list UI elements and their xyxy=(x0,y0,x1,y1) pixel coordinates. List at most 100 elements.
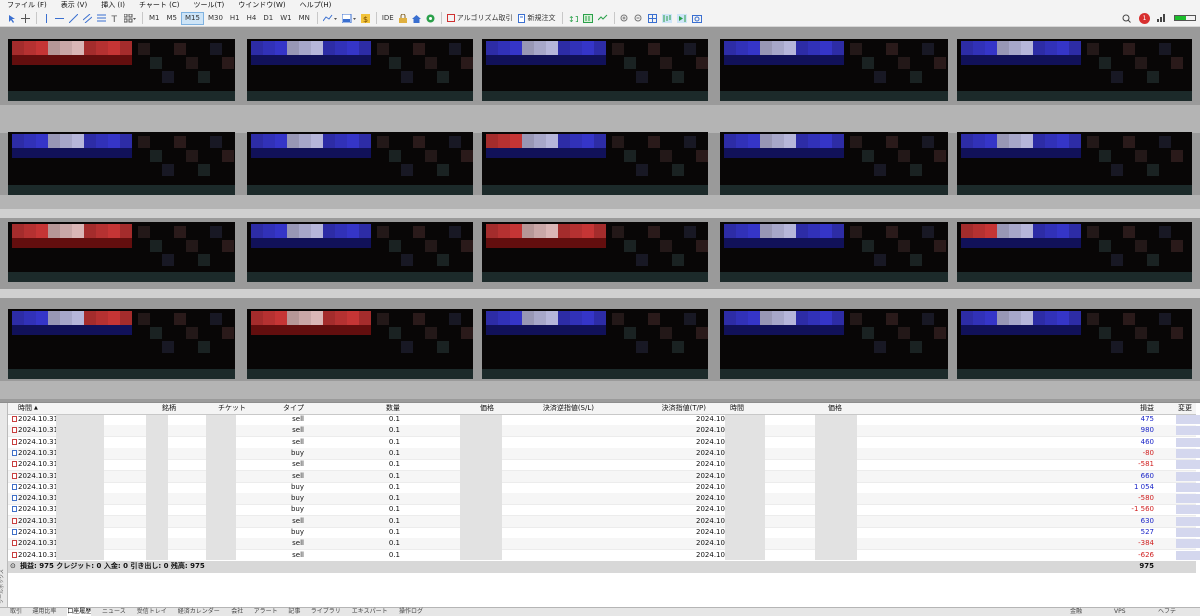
table-row[interactable]: 2024.10.31 sell 0.1 2024.10.31 -626 xyxy=(8,550,1200,562)
table-row[interactable]: 2024.10.31 sell 0.1 2024.10.31 -581 xyxy=(8,459,1200,472)
market-icon[interactable] xyxy=(424,12,437,25)
column-header-3[interactable]: タイプ xyxy=(258,403,304,414)
table-row[interactable]: 2024.10.31 buy 0.1 2024.10.31 -580 xyxy=(8,493,1200,506)
price-block xyxy=(24,224,36,238)
notification-badge[interactable]: 1 xyxy=(1139,12,1150,24)
chart-window[interactable] xyxy=(8,309,235,379)
chart-window[interactable] xyxy=(720,39,948,101)
chart-window[interactable] xyxy=(482,309,708,379)
chart-window[interactable] xyxy=(8,222,235,282)
chart-window[interactable] xyxy=(247,309,473,379)
lock-icon[interactable] xyxy=(397,12,409,25)
chart-window[interactable] xyxy=(482,39,708,101)
column-header-6[interactable]: 決済逆指値(S/L) xyxy=(528,403,594,414)
column-header-4[interactable]: 数量 xyxy=(358,403,400,414)
timeframe-h1-button[interactable]: H1 xyxy=(227,12,243,25)
indicators-icon[interactable] xyxy=(321,12,339,25)
vertical-line-icon[interactable] xyxy=(40,12,52,25)
price-block xyxy=(498,311,510,325)
column-header-1[interactable]: 銘柄 xyxy=(136,403,176,414)
timeframe-m15-button[interactable]: M15 xyxy=(181,11,204,25)
chart-shift-icon[interactable] xyxy=(660,12,674,25)
price-block-shadow xyxy=(251,325,263,335)
column-header-5[interactable]: 価格 xyxy=(448,403,494,414)
chart-window[interactable] xyxy=(957,309,1192,379)
new-order-button[interactable]: 新規注文 xyxy=(516,12,558,25)
column-header-9[interactable]: 価格 xyxy=(828,403,852,414)
menu-item-5[interactable]: ウインドウ(W) xyxy=(231,0,292,10)
table-row[interactable]: 2024.10.31 sell 0.1 2024.10.31 630 xyxy=(8,515,1200,528)
chart-window[interactable] xyxy=(247,39,473,101)
timeframe-m5-button[interactable]: M5 xyxy=(164,12,181,25)
table-row[interactable]: 2024.10.31 sell 0.1 2024.10.31 475 xyxy=(8,414,1200,426)
signals-icon[interactable] xyxy=(596,12,610,25)
menu-item-3[interactable]: チャート (C) xyxy=(132,0,187,10)
chart-window[interactable] xyxy=(247,132,473,195)
chart-noise xyxy=(401,71,413,83)
timeframe-m1-button[interactable]: M1 xyxy=(146,12,163,25)
menu-item-0[interactable]: ファイル (F) xyxy=(0,0,54,10)
chart-window[interactable] xyxy=(720,309,948,379)
dollar-icon[interactable]: $ xyxy=(359,12,372,25)
depth-of-market-icon[interactable]: ↕1 xyxy=(566,12,580,25)
equidistant-channel-icon[interactable] xyxy=(81,12,94,25)
chart-window[interactable] xyxy=(482,222,708,282)
column-header-10[interactable]: 損益 xyxy=(1116,403,1154,414)
shapes-icon[interactable] xyxy=(122,12,138,25)
price-block-shadow xyxy=(287,325,299,335)
table-row[interactable]: 2024.10.31 buy 0.1 2024.10.31 -80 xyxy=(8,447,1200,460)
table-row[interactable]: 2024.10.31 sell 0.1 2024.10.31 460 xyxy=(8,437,1200,449)
fibonacci-icon[interactable] xyxy=(95,12,108,25)
timeframe-d1-button[interactable]: D1 xyxy=(260,12,276,25)
timeframe-h4-button[interactable]: H4 xyxy=(244,12,260,25)
algo-trading-button[interactable]: アルゴリズム取引 xyxy=(445,12,515,25)
timeframe-mn-button[interactable]: MN xyxy=(296,12,313,25)
ide-button[interactable]: IDE xyxy=(380,12,396,25)
screenshot-icon[interactable] xyxy=(690,12,704,25)
table-row[interactable]: 2024.10.31 buy 0.1 2024.10.31 1 054 xyxy=(8,482,1200,494)
terminal-side-strip[interactable]: ツールボックス xyxy=(0,403,8,608)
cursor-icon[interactable] xyxy=(6,12,18,25)
one-click-trading-icon[interactable] xyxy=(581,12,595,25)
column-header-2[interactable]: チケット xyxy=(198,403,246,414)
chart-window[interactable] xyxy=(8,132,235,195)
table-row[interactable]: 2024.10.31 buy 0.1 2024.10.31 527 xyxy=(8,527,1200,539)
chart-noise xyxy=(1123,136,1135,148)
menu-item-4[interactable]: ツール(T) xyxy=(186,0,231,10)
text-icon[interactable]: T xyxy=(109,12,121,25)
chart-window[interactable] xyxy=(957,39,1192,101)
column-header-0[interactable]: 時間 xyxy=(18,403,78,414)
timeframe-w1-button[interactable]: W1 xyxy=(277,12,294,25)
column-header-8[interactable]: 時間 xyxy=(730,403,760,414)
sort-ascending-icon[interactable]: ▲ xyxy=(34,403,38,414)
chart-window[interactable] xyxy=(957,132,1192,195)
chart-window[interactable] xyxy=(247,222,473,282)
table-row[interactable]: 2024.10.31 sell 0.1 2024.10.31 980 xyxy=(8,425,1200,438)
templates-icon[interactable] xyxy=(340,12,358,25)
crosshair-icon[interactable] xyxy=(19,12,32,25)
chart-window[interactable] xyxy=(8,39,235,101)
timeframe-m30-button[interactable]: M30 xyxy=(205,12,226,25)
horizontal-line-icon[interactable] xyxy=(53,12,66,25)
chart-window[interactable] xyxy=(482,132,708,195)
search-icon[interactable] xyxy=(1120,12,1133,25)
table-row[interactable]: 2024.10.31 sell 0.1 2024.10.31 660 xyxy=(8,470,1200,483)
column-header-11[interactable]: 変更 xyxy=(1174,403,1196,414)
column-header-7[interactable]: 決済指値(T/P) xyxy=(628,403,706,414)
autoscroll-icon[interactable] xyxy=(675,12,689,25)
price-block xyxy=(558,224,570,238)
tile-windows-icon[interactable] xyxy=(646,12,659,25)
zoom-in-icon[interactable] xyxy=(618,12,631,25)
trendline-icon[interactable] xyxy=(67,12,80,25)
price-block xyxy=(323,134,335,148)
menu-item-2[interactable]: 挿入 (I) xyxy=(94,0,132,10)
chart-window[interactable] xyxy=(957,222,1192,282)
home-icon[interactable] xyxy=(410,12,423,25)
chart-window[interactable] xyxy=(720,222,948,282)
zoom-out-icon[interactable] xyxy=(632,12,645,25)
menu-item-6[interactable]: ヘルプ(H) xyxy=(293,0,339,10)
chart-window[interactable] xyxy=(720,132,948,195)
table-row[interactable]: 2024.10.31 buy 0.1 2024.10.31 -1 560 xyxy=(8,504,1200,517)
menu-item-1[interactable]: 表示 (V) xyxy=(54,0,94,10)
table-row[interactable]: 2024.10.31 sell 0.1 2024.10.31 -384 xyxy=(8,538,1200,551)
